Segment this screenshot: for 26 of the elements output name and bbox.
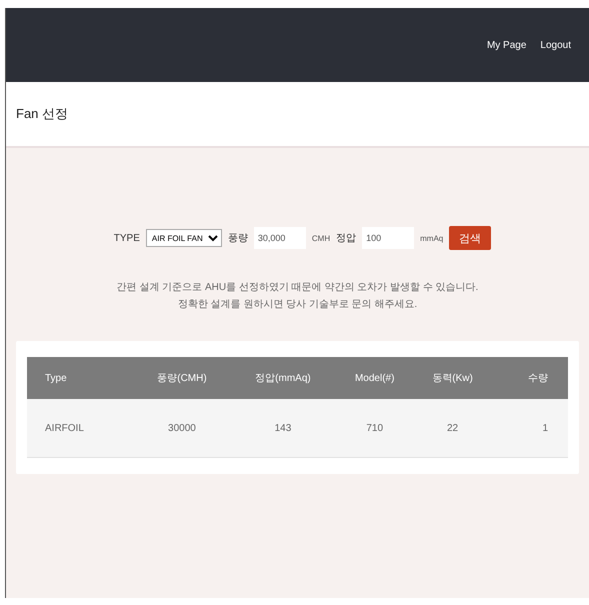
column-header: 수량 <box>492 357 568 399</box>
table-cell: 1 <box>492 399 568 458</box>
flow-label: 풍량 <box>228 232 248 245</box>
table-cell: AIRFOIL <box>27 399 134 458</box>
table-cell: 143 <box>230 399 336 458</box>
column-header: Type <box>27 357 134 399</box>
column-header: 풍량(CMH) <box>134 357 230 399</box>
flow-input[interactable]: 30,000 <box>254 227 306 249</box>
page-title: Fan 선정 <box>6 82 589 148</box>
table-cell: 22 <box>413 399 492 458</box>
column-header: 동력(Kw) <box>413 357 492 399</box>
nav-link[interactable]: My Page <box>486 40 526 50</box>
table-cell: 710 <box>336 399 414 458</box>
nav-link[interactable]: Logout <box>540 40 571 50</box>
notice-text: 정확한 설계를 원하시면 당사 기술부로 문의 해주세요. <box>178 298 418 311</box>
pressure-label: 정압 <box>336 232 356 245</box>
pressure-input[interactable]: 100 <box>362 227 414 249</box>
column-header: Model(#) <box>336 357 414 399</box>
flow-unit: CMH <box>312 234 330 242</box>
search-button[interactable]: 검색 <box>449 226 492 250</box>
table-cell: 30000 <box>134 399 230 458</box>
type-label: TYPE <box>114 232 140 244</box>
column-header: 정압(mmAq) <box>230 357 336 399</box>
type-dropdown[interactable]: AIR FOIL FAN <box>146 229 222 247</box>
notice-text: 간편 설계 기준으로 AHU를 선정하였기 때문에 약간의 오차가 발생할 수 있습니다. <box>116 281 478 294</box>
pressure-unit: mmAq <box>420 234 444 242</box>
